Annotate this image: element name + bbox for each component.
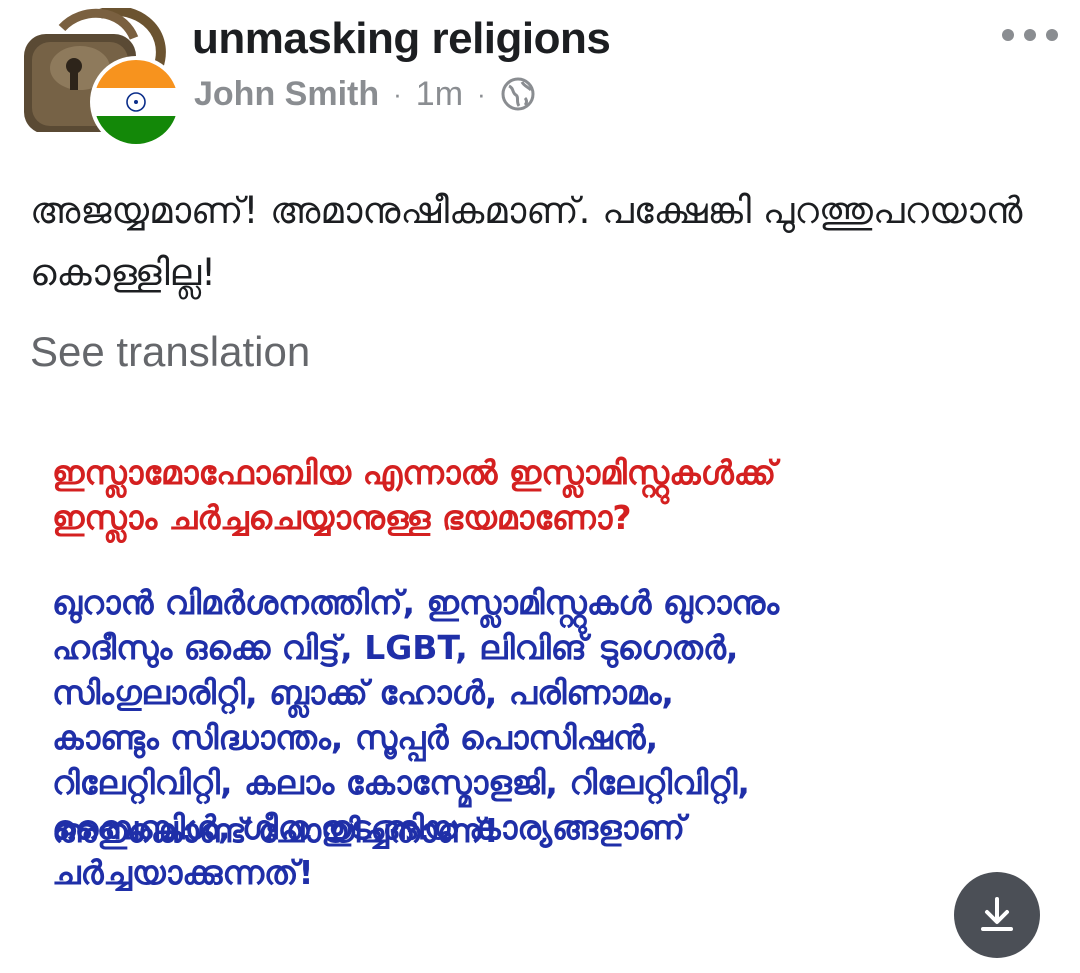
more-horizontal-icon [1002, 29, 1014, 41]
user-avatar[interactable] [90, 56, 182, 148]
globe-icon [500, 76, 536, 112]
see-translation-link[interactable]: See translation [30, 328, 310, 376]
post-text: അജയ്യമാണ്! അമാനുഷീകമാണ്. പക്ഷേങ്കി പുറത്… [30, 189, 1023, 294]
post-image[interactable]: ഇസ്ലാമോഫോബിയ എന്നാൽ ഇസ്ലാമിസ്റ്റുകൾക്ക് … [0, 408, 1080, 973]
author-name[interactable]: John Smith [194, 75, 379, 114]
post-header: unmasking religions John Smith · 1m · [0, 0, 1080, 150]
post-meta: John Smith · 1m · [194, 72, 536, 116]
more-options-button[interactable] [1002, 24, 1058, 46]
image-closing: അതുകൊണ്ട് ചോയിച്ചതാണ്! [52, 811, 499, 850]
post-time[interactable]: 1m [416, 75, 463, 114]
meta-separator: · [393, 78, 402, 109]
meta-separator: · [477, 78, 486, 109]
download-icon [981, 897, 1013, 931]
group-name[interactable]: unmasking religions [192, 14, 611, 64]
image-heading: ഇസ്ലാമോഫോബിയ എന്നാൽ ഇസ്ലാമിസ്റ്റുകൾക്ക് … [52, 453, 777, 537]
download-button[interactable] [954, 872, 1040, 958]
india-flag-icon [94, 60, 178, 144]
